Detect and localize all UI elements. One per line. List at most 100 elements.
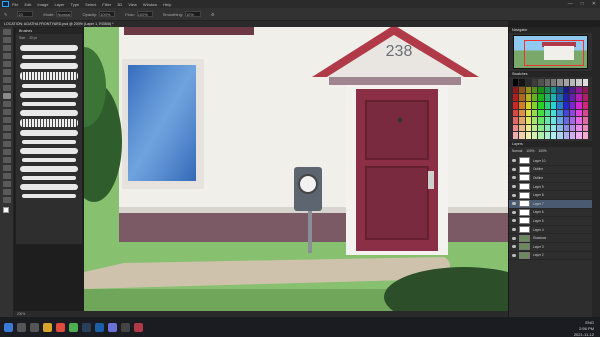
color-swatch[interactable] [513, 132, 519, 139]
color-swatch[interactable] [576, 117, 582, 124]
brush-preset[interactable] [22, 140, 76, 144]
color-swatch[interactable] [519, 86, 525, 94]
color-swatch[interactable] [538, 86, 544, 94]
brush-preset[interactable] [20, 45, 78, 51]
color-swatch[interactable] [582, 124, 588, 132]
healing-brush-icon[interactable] [2, 85, 11, 91]
browser-icon[interactable] [56, 322, 65, 332]
brush-preset[interactable] [22, 55, 76, 59]
layer-row[interactable]: Layer 10 [509, 157, 592, 166]
color-swatch[interactable] [538, 132, 544, 139]
color-swatch[interactable] [551, 124, 557, 132]
brush-preset[interactable] [20, 166, 78, 172]
minimize-icon[interactable]: — [568, 1, 573, 7]
layer-row[interactable]: Layer 4 [509, 226, 592, 235]
blur-tool-icon[interactable] [2, 133, 11, 139]
color-swatch[interactable] [519, 109, 525, 117]
color-swatch[interactable] [525, 132, 531, 139]
color-swatch[interactable] [582, 117, 588, 124]
settings-gear-icon[interactable]: ⚙ [211, 12, 215, 17]
flow-field[interactable]: 100% [136, 11, 153, 17]
color-swatch[interactable] [570, 124, 576, 132]
brush-preset[interactable] [20, 130, 78, 136]
menu-filter[interactable]: Filter [102, 2, 111, 7]
color-swatch[interactable] [544, 117, 550, 124]
color-swatch[interactable] [532, 117, 538, 124]
task-view-icon[interactable] [30, 322, 39, 332]
color-swatch[interactable] [532, 101, 538, 109]
steam-icon[interactable] [82, 322, 91, 332]
color-swatch[interactable] [513, 101, 519, 109]
history-brush-icon[interactable] [2, 109, 11, 115]
color-swatch[interactable] [582, 79, 588, 86]
brush-preset[interactable] [22, 102, 76, 106]
color-swatch[interactable] [576, 101, 582, 109]
pen-tool-icon[interactable] [2, 149, 11, 155]
color-swatch[interactable] [519, 132, 525, 139]
color-swatch[interactable] [519, 124, 525, 132]
color-swatch[interactable] [563, 117, 569, 124]
navigator-view-box[interactable] [524, 40, 584, 66]
layer-row[interactable]: Layer 6 [509, 208, 592, 218]
foreground-color-swatch[interactable] [2, 207, 9, 213]
color-swatch[interactable] [519, 101, 525, 109]
visibility-eye-icon[interactable] [512, 219, 516, 223]
obs-icon[interactable] [121, 322, 130, 332]
path-select-icon[interactable] [2, 165, 11, 171]
smoothing-field[interactable]: 10% [184, 11, 201, 17]
type-tool-icon[interactable] [2, 157, 11, 163]
color-swatch[interactable] [544, 79, 550, 86]
color-swatch[interactable] [582, 94, 588, 101]
color-swatch[interactable] [513, 79, 519, 86]
color-swatch[interactable] [544, 124, 550, 132]
visibility-eye-icon[interactable] [512, 193, 516, 197]
layer-row[interactable]: Layer 9 [509, 183, 592, 192]
color-swatch[interactable] [563, 101, 569, 109]
eyedropper-tool-icon[interactable] [2, 77, 11, 83]
brush-preset[interactable] [20, 184, 78, 190]
color-swatch[interactable] [557, 117, 563, 124]
color-swatch[interactable] [551, 117, 557, 124]
mode-select[interactable]: Normal [56, 11, 73, 17]
color-swatch[interactable] [544, 86, 550, 94]
file-explorer-icon[interactable] [43, 322, 52, 332]
color-swatch[interactable] [525, 117, 531, 124]
visibility-eye-icon[interactable] [512, 245, 516, 249]
layer-row[interactable]: Layer 7 [509, 199, 592, 209]
color-swatch[interactable] [532, 132, 538, 139]
color-swatch[interactable] [538, 79, 544, 86]
color-swatch[interactable] [513, 94, 519, 101]
more-tools-icon[interactable] [2, 197, 11, 203]
color-swatch[interactable] [563, 109, 569, 117]
close-icon[interactable]: ✕ [592, 1, 596, 7]
color-swatch[interactable] [557, 94, 563, 101]
marquee-tool-icon[interactable] [2, 37, 11, 43]
color-swatch[interactable] [582, 132, 588, 139]
color-swatch[interactable] [532, 94, 538, 101]
dodge-tool-icon[interactable] [2, 141, 11, 147]
color-swatch[interactable] [570, 101, 576, 109]
layer-row[interactable]: Outline [509, 165, 592, 175]
color-swatch[interactable] [557, 124, 563, 132]
color-swatch[interactable] [551, 94, 557, 101]
color-swatch[interactable] [576, 109, 582, 117]
panel-scrollbar[interactable] [592, 27, 600, 317]
menu-3d[interactable]: 3D [117, 2, 122, 7]
color-swatch[interactable] [525, 79, 531, 86]
menu-layer[interactable]: Layer [54, 2, 64, 7]
frame-tool-icon[interactable] [2, 69, 11, 75]
color-swatch[interactable] [538, 94, 544, 101]
color-swatch[interactable] [576, 124, 582, 132]
lasso-tool-icon[interactable] [2, 45, 11, 51]
color-swatch[interactable] [570, 79, 576, 86]
brush-preset[interactable] [22, 176, 76, 180]
menu-type[interactable]: Type [71, 2, 80, 7]
brush-preset[interactable] [22, 158, 76, 162]
menu-help[interactable]: Help [163, 2, 171, 7]
menu-image[interactable]: Image [37, 2, 48, 7]
brush-preset[interactable] [22, 194, 76, 198]
visibility-eye-icon[interactable] [512, 167, 516, 171]
color-swatch[interactable] [525, 86, 531, 94]
color-swatch[interactable] [570, 132, 576, 139]
color-swatch[interactable] [582, 101, 588, 109]
